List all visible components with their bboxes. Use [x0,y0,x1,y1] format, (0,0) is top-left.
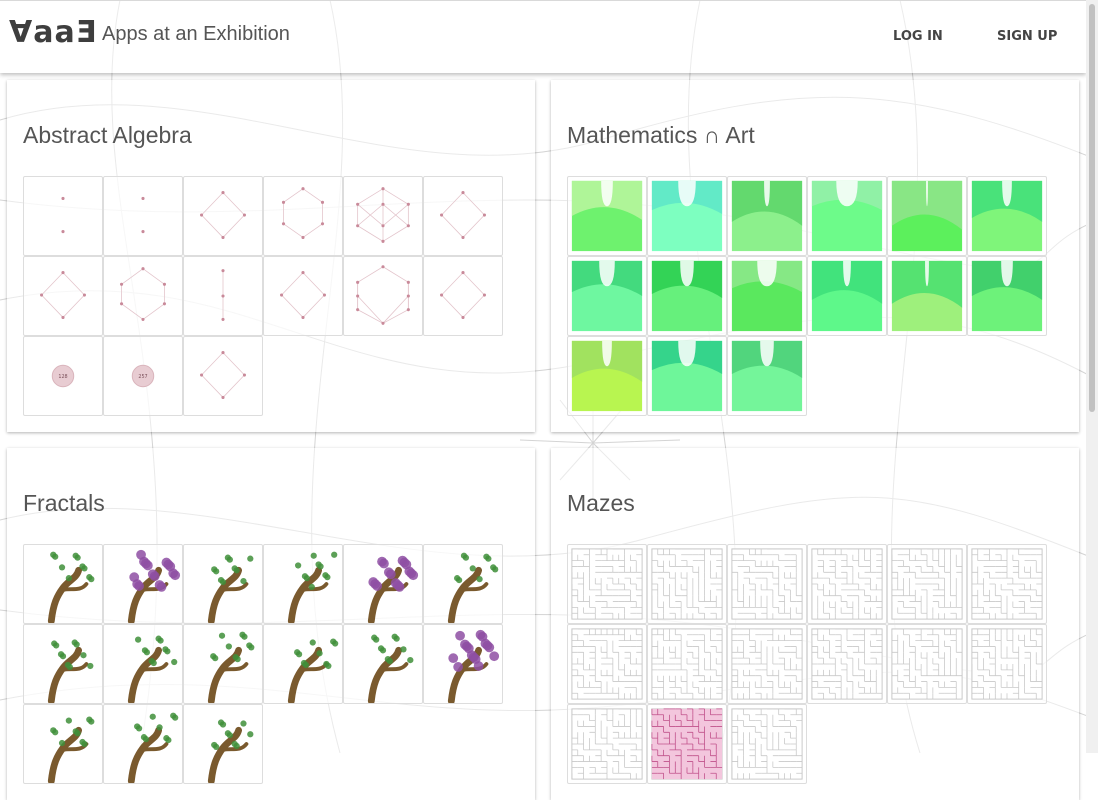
maze-thumbnail[interactable] [807,624,887,704]
maze-thumbnail[interactable] [727,704,807,784]
fractal-thumbnail[interactable] [23,624,103,704]
art-thumbnail[interactable] [967,176,1047,256]
fractal-thumbnail[interactable] [183,624,263,704]
fractal-thumbnail[interactable] [103,544,183,624]
page-scrollbar[interactable] [1086,0,1098,753]
scrollbar-thumb[interactable] [1089,4,1095,412]
maze-thumbnail[interactable] [567,704,647,784]
art-thumbnail[interactable] [647,336,727,416]
svg-text:257: 257 [138,374,147,380]
maze-thumbnail[interactable] [567,624,647,704]
algebra-thumbnail[interactable] [103,176,183,256]
fractal-thumbnail[interactable] [343,544,423,624]
maze-thumbnail[interactable] [967,624,1047,704]
art-thumbnail[interactable] [567,256,647,336]
algebra-thumbnail[interactable] [423,176,503,256]
algebra-thumbnail[interactable] [263,176,343,256]
section-card-mazes: Mazes [551,448,1079,800]
art-thumbnail[interactable] [567,176,647,256]
algebra-thumbnail[interactable] [343,176,423,256]
maze-thumbnail[interactable] [727,624,807,704]
fractal-thumbnail[interactable] [183,544,263,624]
art-thumbnail[interactable] [727,336,807,416]
algebra-thumbnail[interactable] [343,256,423,336]
art-thumbnail[interactable] [967,256,1047,336]
fractal-thumbnail[interactable] [103,704,183,784]
fractal-thumbnail[interactable] [23,704,103,784]
section-card-abstract-algebra: Abstract Algebra 128 257 [7,80,535,432]
art-thumbnail[interactable] [807,176,887,256]
art-thumbnail[interactable] [727,176,807,256]
logo[interactable]: ∀aaƎ [9,15,97,50]
algebra-thumbnail[interactable] [103,256,183,336]
fractal-thumbnail[interactable] [343,624,423,704]
art-thumbnail[interactable] [727,256,807,336]
fractal-thumbnail[interactable] [263,624,343,704]
section-title: Abstract Algebra [23,122,192,148]
maze-thumbnail[interactable] [647,624,727,704]
maze-thumbnail[interactable] [967,544,1047,624]
maze-thumbnail[interactable] [647,544,727,624]
algebra-thumbnail[interactable] [23,176,103,256]
art-thumbnail[interactable] [807,256,887,336]
algebra-thumbnail[interactable]: 128 [23,336,103,416]
section-title: Mathematics ∩ Art [567,122,755,148]
app-title: Apps at an Exhibition [102,23,290,45]
art-thumbnail[interactable] [567,336,647,416]
art-thumbnail[interactable] [887,176,967,256]
maze-thumbnail[interactable] [647,704,727,784]
top-app-bar: ∀aaƎ Apps at an Exhibition LOG IN SIGN U… [0,0,1086,73]
maze-thumbnail[interactable] [887,544,967,624]
fractal-thumbnail[interactable] [423,544,503,624]
algebra-thumbnail[interactable] [263,256,343,336]
algebra-thumbnail[interactable]: 257 [103,336,183,416]
algebra-thumbnail[interactable] [423,256,503,336]
section-card-mathematics-art: Mathematics ∩ Art [551,80,1079,432]
fractal-thumbnail[interactable] [183,704,263,784]
algebra-thumbnail[interactable] [183,176,263,256]
maze-thumbnail[interactable] [727,544,807,624]
fractal-thumbnail[interactable] [423,624,503,704]
maze-thumbnail[interactable] [887,624,967,704]
maze-thumbnail[interactable] [807,544,887,624]
algebra-thumbnail[interactable] [23,256,103,336]
login-button[interactable]: LOG IN [893,29,943,44]
section-card-fractals: Fractals [7,448,535,800]
svg-text:128: 128 [58,374,67,380]
maze-thumbnail[interactable] [567,544,647,624]
algebra-thumbnail[interactable] [183,336,263,416]
fractal-thumbnail[interactable] [103,624,183,704]
section-title: Fractals [23,490,105,516]
signup-button[interactable]: SIGN UP [997,29,1057,44]
section-title: Mazes [567,490,635,516]
fractal-thumbnail[interactable] [23,544,103,624]
art-thumbnail[interactable] [887,256,967,336]
art-thumbnail[interactable] [647,176,727,256]
art-thumbnail[interactable] [647,256,727,336]
fractal-thumbnail[interactable] [263,544,343,624]
algebra-thumbnail[interactable] [183,256,263,336]
